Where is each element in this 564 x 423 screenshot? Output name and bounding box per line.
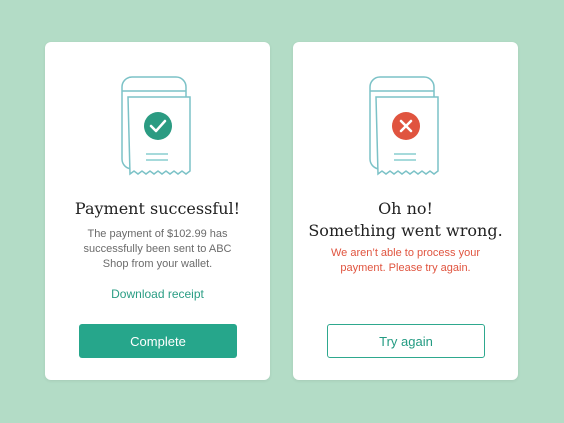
payment-error-card: Oh no! Something went wrong. We aren’t a… — [293, 42, 518, 380]
success-description: The payment of $102.99 has successfully … — [83, 228, 232, 270]
phone-receipt-illustration — [368, 75, 444, 185]
error-description: We aren’t able to process your payment. … — [331, 247, 480, 274]
error-title-line-2: Something went wrong. — [308, 221, 503, 240]
success-title: Payment successful! — [74, 199, 241, 218]
cross-icon — [391, 112, 420, 140]
download-receipt-link[interactable]: Download receipt — [45, 287, 270, 301]
error-title: Oh no! Something went wrong. — [293, 198, 518, 242]
checkmark-icon — [143, 112, 172, 140]
error-title-line-1: Oh no! — [378, 199, 433, 218]
phone-receipt-illustration — [120, 75, 196, 185]
try-again-button[interactable]: Try again — [327, 324, 485, 358]
payment-success-card: Payment successful! The payment of $102.… — [45, 42, 270, 380]
complete-button[interactable]: Complete — [79, 324, 237, 358]
